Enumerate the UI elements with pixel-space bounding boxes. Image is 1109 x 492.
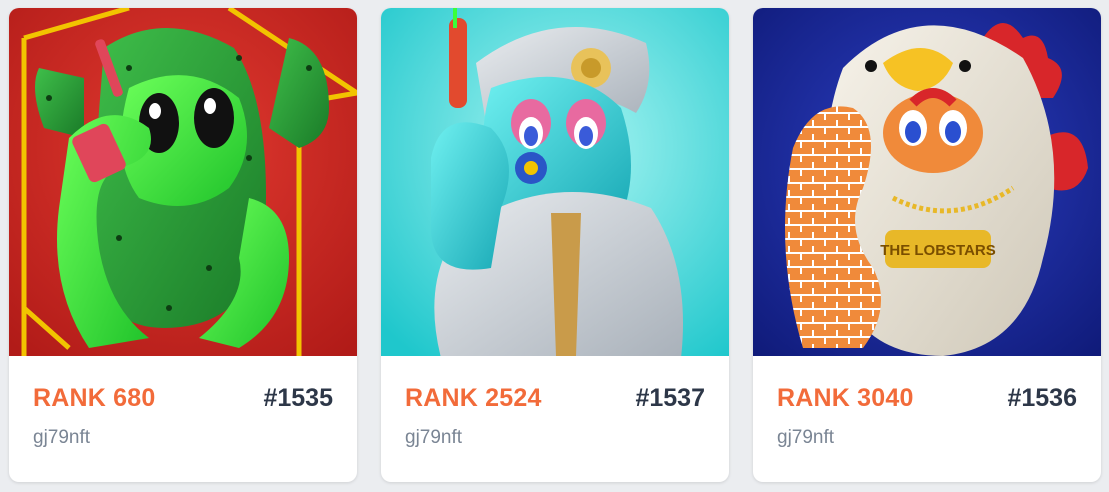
token-id: #1537 (635, 384, 705, 412)
card-info: RANK 3040 #1536 gj79nft (753, 356, 1101, 449)
nft-artwork-cactus[interactable] (9, 8, 357, 356)
token-id: #1535 (263, 384, 333, 412)
rank-label: RANK 2524 (405, 384, 542, 412)
card-info: RANK 680 #1535 gj79nft (9, 356, 357, 449)
owner-name[interactable]: gj79nft (33, 427, 333, 449)
card-header-row: RANK 3040 #1536 (777, 384, 1077, 413)
owner-name[interactable]: gj79nft (405, 427, 705, 449)
owner-name[interactable]: gj79nft (777, 427, 1077, 449)
card-header-row: RANK 680 #1535 (33, 384, 333, 413)
rank-label: RANK 3040 (777, 384, 914, 412)
nft-artwork-chicken[interactable]: THE LOBSTARS (753, 8, 1101, 356)
nft-artwork-captain[interactable] (381, 8, 729, 356)
token-id: #1536 (1007, 384, 1077, 412)
card-info: RANK 2524 #1537 gj79nft (381, 356, 729, 449)
rank-label: RANK 680 (33, 384, 156, 412)
card-header-row: RANK 2524 #1537 (405, 384, 705, 413)
nft-card[interactable]: RANK 680 #1535 gj79nft (9, 8, 357, 482)
nft-card-grid: RANK 680 #1535 gj79nft RANK 2524 #1537 g… (9, 8, 1101, 482)
nft-card[interactable]: THE LOBSTARS RANK 3040 #1536 gj79nft (753, 8, 1101, 482)
chain-pendant-text: THE LOBSTARS (880, 242, 996, 259)
nft-card[interactable]: RANK 2524 #1537 gj79nft (381, 8, 729, 482)
